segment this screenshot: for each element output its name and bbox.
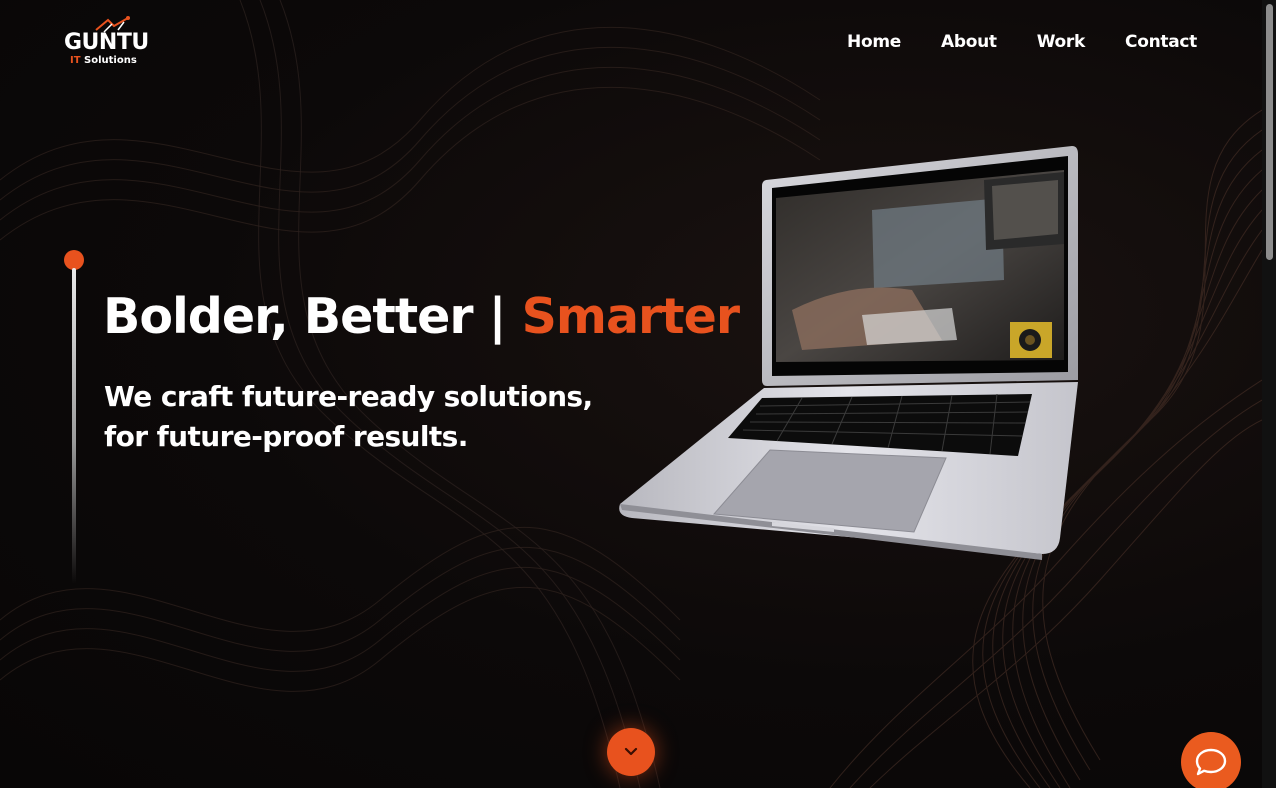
hero-subheadline: We craft future-ready solutions, for fut… xyxy=(104,377,593,457)
main-nav: Home About Work Contact xyxy=(847,32,1197,52)
brand-name: GUNTU xyxy=(64,30,149,55)
scrollbar-thumb[interactable] xyxy=(1266,4,1273,260)
chevron-down-icon xyxy=(624,747,638,756)
hero-section: GUNTU IT Solutions Home About Work Conta… xyxy=(0,0,1276,788)
timeline-rail xyxy=(72,268,76,584)
timeline-dot xyxy=(64,250,84,270)
laptop-illustration xyxy=(619,146,1078,560)
page-scrollbar[interactable] xyxy=(1262,0,1276,788)
nav-home[interactable]: Home xyxy=(847,32,901,52)
nav-contact[interactable]: Contact xyxy=(1125,32,1197,52)
scroll-down-button[interactable] xyxy=(607,728,655,776)
chat-bubble-icon xyxy=(1195,748,1227,776)
brand-tagline: IT Solutions xyxy=(70,55,137,66)
brand-logo[interactable]: GUNTU IT Solutions xyxy=(64,16,149,70)
hero-headline-main: Bolder, Better | xyxy=(103,288,522,345)
hero-subline-1: We craft future-ready solutions, xyxy=(104,380,593,413)
brand-tagline-accent: IT xyxy=(70,55,81,66)
nav-work[interactable]: Work xyxy=(1037,32,1086,52)
brand-tagline-rest: Solutions xyxy=(84,55,137,66)
hero-subline-2: for future-proof results. xyxy=(104,420,468,453)
nav-about[interactable]: About xyxy=(941,32,997,52)
chat-button[interactable] xyxy=(1181,732,1241,788)
